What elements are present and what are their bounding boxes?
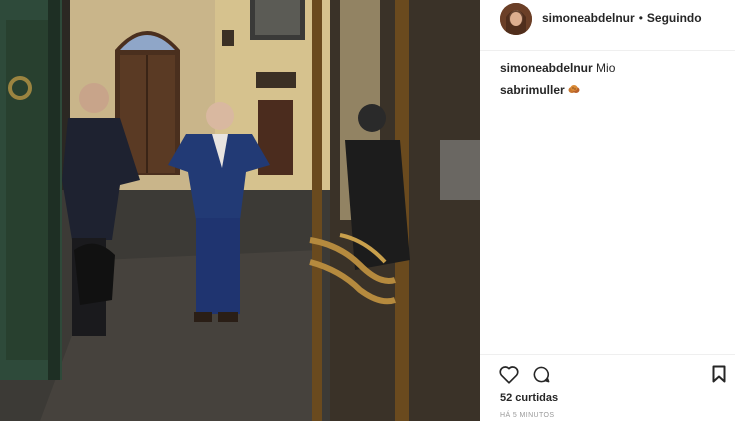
bookmark-icon[interactable] — [712, 365, 726, 388]
comment-item: simoneabdelnur Mio — [500, 60, 735, 76]
comment-item: sabrimuller — [500, 82, 735, 98]
cookie-icon — [568, 83, 580, 94]
comment-text: Mio — [596, 61, 616, 75]
following-button[interactable]: Seguindo — [647, 11, 702, 25]
comment-username[interactable]: simoneabdelnur — [500, 61, 593, 75]
author-username[interactable]: simoneabdelnur — [542, 11, 635, 25]
header-line: simoneabdelnur • Seguindo — [542, 11, 702, 25]
post-side-panel: simoneabdelnur • Seguindo simoneabdelnur M… — [480, 0, 750, 421]
post-actions: 52 curtidas HÁ 5 MINUTOS — [480, 354, 735, 422]
likes-count[interactable]: 52 curtidas — [500, 392, 558, 404]
post-timestamp[interactable]: HÁ 5 MINUTOS — [500, 412, 554, 419]
speech-bubble-icon[interactable] — [532, 365, 551, 389]
heart-outline-icon[interactable] — [499, 365, 519, 389]
post-photo[interactable] — [0, 0, 480, 421]
separator-dot: • — [638, 11, 643, 25]
post-header: simoneabdelnur • Seguindo — [480, 0, 735, 51]
comments-list: simoneabdelnur Mio sabrimuller — [500, 60, 735, 104]
instagram-post: simoneabdelnur • Seguindo simoneabdelnur M… — [0, 0, 750, 421]
street-scene-image — [0, 0, 480, 421]
comment-username[interactable]: sabrimuller — [500, 83, 565, 97]
avatar[interactable] — [500, 3, 532, 35]
